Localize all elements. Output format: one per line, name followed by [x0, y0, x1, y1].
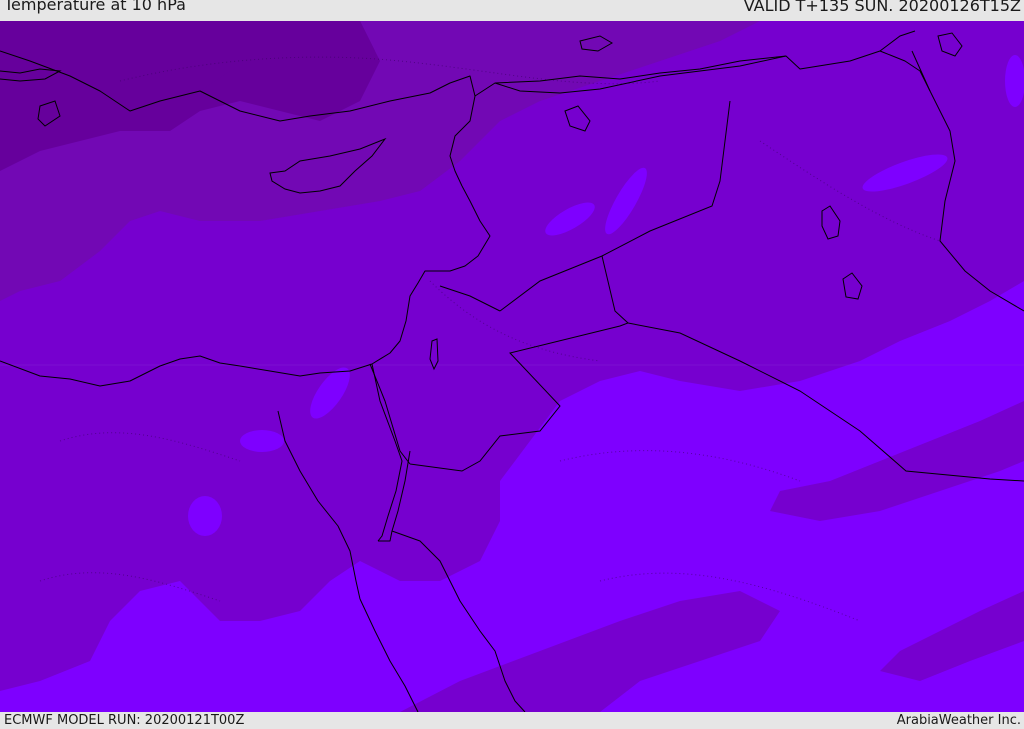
field-light-blob-egypt [188, 496, 222, 536]
valid-time-label: VALID T+135 SUN. 20200126T15Z [743, 0, 1021, 15]
credit-label: ArabiaWeather Inc. [896, 713, 1021, 728]
header-bar: Temperature at 10 hPa VALID T+135 SUN. 2… [0, 0, 1024, 21]
temperature-map [0, 21, 1024, 712]
footer-bar: ECMWF MODEL RUN: 20200121T00Z ArabiaWeat… [0, 712, 1024, 729]
model-run-label: ECMWF MODEL RUN: 20200121T00Z [4, 713, 245, 728]
map-title: Temperature at 10 hPa [4, 0, 186, 14]
map-canvas [0, 21, 1024, 712]
field-light-blob-sinai-2 [240, 430, 284, 452]
